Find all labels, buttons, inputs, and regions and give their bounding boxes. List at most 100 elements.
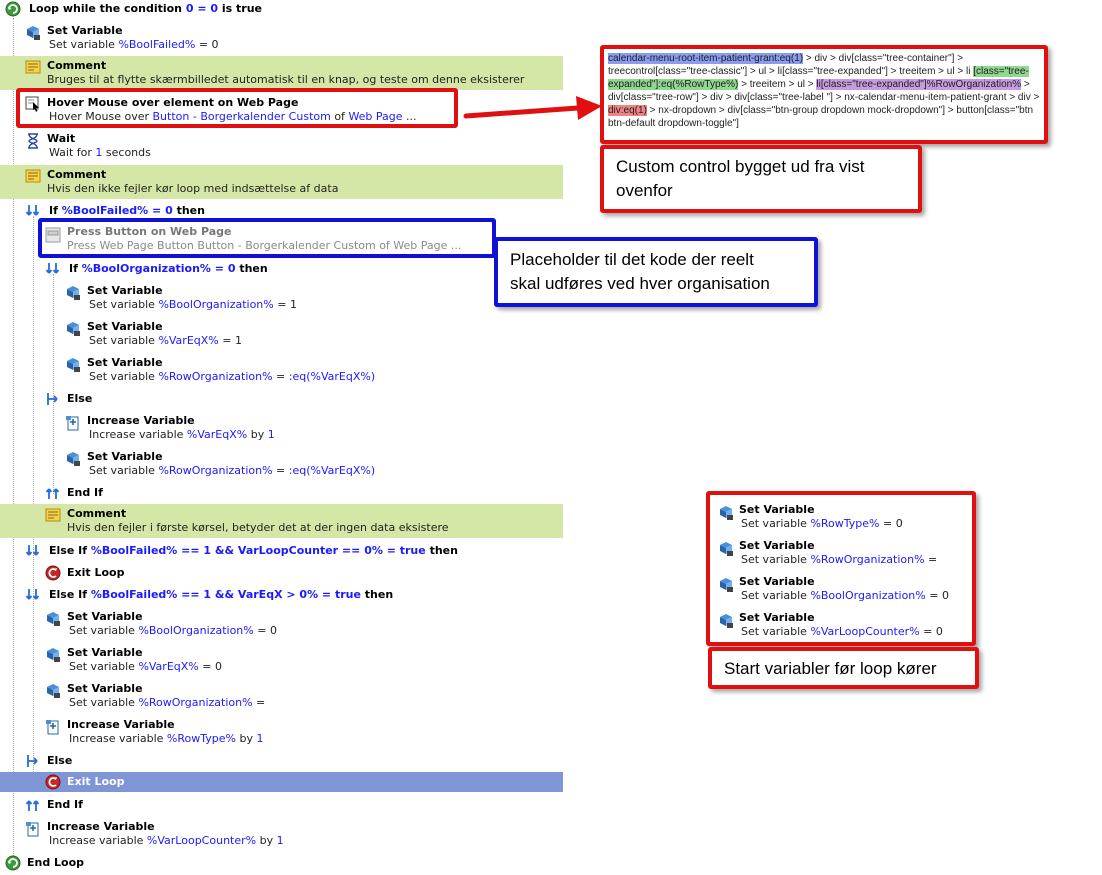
else-if-row[interactable]: Else If %BoolFailed% == 1 && VarLoopCoun…: [0, 542, 563, 560]
end-if-row[interactable]: End If: [0, 796, 563, 814]
variable-name: %RowType%: [810, 517, 880, 530]
set-variable-icon: [718, 541, 734, 557]
set-variable-row[interactable]: Set Variable Set variable %BoolOrganizat…: [0, 608, 563, 642]
comment-icon: [45, 507, 61, 523]
set-variable-row[interactable]: Set Variable Set variable %BoolOrganizat…: [0, 282, 563, 316]
else-row[interactable]: Else: [0, 752, 563, 770]
step-title: Set Variable: [739, 575, 815, 588]
set-variable-row: Set Variable Set variable %RowOrganizati…: [710, 537, 970, 571]
step-title: Else: [47, 754, 73, 767]
step-title: Comment: [67, 507, 127, 520]
note-line: Start variabler før loop kører: [724, 659, 937, 678]
then-keyword: then: [172, 204, 205, 217]
increase-variable-row[interactable]: Increase Variable Increase variable %Row…: [0, 716, 563, 750]
step-title: Increase Variable: [87, 414, 195, 427]
else-row[interactable]: Else: [0, 390, 563, 408]
variable-name: %VarEqX%: [138, 660, 199, 673]
exit-loop-row[interactable]: Exit Loop: [0, 564, 563, 582]
else-if-condition: %BoolFailed% == 1 && VarLoopCounter == 0…: [90, 544, 426, 557]
variable-name: %RowType%: [166, 732, 236, 745]
else-icon: [25, 753, 41, 769]
callout-arrow: [463, 96, 602, 120]
set-variable-icon: [718, 577, 734, 593]
css-selector-text: calendar-menu-root-item-patient-grant:eq…: [608, 52, 1040, 130]
set-variable-row[interactable]: Set Variable Set variable %RowOrganizati…: [0, 354, 563, 388]
press-row-highlight: [38, 218, 496, 258]
step-title: Set Variable: [739, 503, 815, 516]
set-variable-icon: [718, 505, 734, 521]
step-title: Set Variable: [67, 682, 143, 695]
exit-loop-icon: [45, 565, 61, 581]
note-line: ovenfor: [616, 181, 673, 200]
selector-part-highlighted-purple: li[class="tree-expanded"]%RowOrganizatio…: [816, 79, 1022, 90]
variable-name: %VarEqX%: [186, 428, 248, 441]
comment-row[interactable]: Comment Hvis den fejler i første kørsel,…: [0, 504, 563, 538]
if-icon: [45, 261, 61, 277]
step-title: Set Variable: [87, 284, 163, 297]
step-value: = 0: [919, 625, 943, 638]
set-variable-icon: [45, 647, 61, 663]
step-text: Set variable: [89, 298, 159, 311]
step-title: Increase Variable: [47, 820, 155, 833]
increase-variable-row[interactable]: Increase Variable Increase variable %Var…: [0, 818, 563, 852]
init-variables-note: Start variabler før loop kører: [708, 647, 979, 689]
hover-row-highlight: [16, 88, 458, 128]
step-value: = 0: [198, 660, 222, 673]
end-if-row[interactable]: End If: [0, 484, 563, 502]
step-title: End If: [67, 486, 103, 499]
step-text: Set variable: [89, 370, 159, 383]
step-text: Wait for: [49, 146, 96, 159]
comment-row[interactable]: Comment Bruges til at flytte skærmbilled…: [0, 56, 563, 90]
step-title: Set Variable: [739, 539, 815, 552]
if-row[interactable]: If %BoolOrganization% = 0 then: [0, 260, 563, 278]
set-variable-row[interactable]: Set Variable Set variable %RowOrganizati…: [0, 680, 563, 714]
if-condition: %BoolOrganization% = 0: [81, 262, 236, 275]
end-loop-row[interactable]: End Loop: [0, 854, 563, 872]
comment-icon: [25, 59, 41, 75]
set-variable-icon: [45, 611, 61, 627]
end-if-icon: [45, 485, 61, 501]
step-text: Set variable: [741, 625, 811, 638]
comment-text: Hvis den ikke fejler kør loop med indsæt…: [47, 182, 339, 195]
step-value: = 0: [195, 38, 219, 51]
set-variable-row[interactable]: Set Variable Set variable %VarEqX% = 0: [0, 644, 563, 678]
variable-name: %RowOrganization%: [158, 370, 273, 383]
step-title: Exit Loop: [67, 775, 125, 788]
note-line: Custom control bygget ud fra vist: [616, 157, 865, 176]
exit-loop-row-selected[interactable]: Exit Loop: [0, 772, 563, 792]
step-value: :eq(%VarEqX%): [288, 370, 376, 383]
step-text: by: [235, 732, 257, 745]
step-value: =: [924, 553, 938, 566]
variable-name: %BoolOrganization%: [158, 298, 274, 311]
else-if-icon: [25, 587, 41, 603]
set-variable-row[interactable]: Set Variable Set variable %VarEqX% = 1: [0, 318, 563, 352]
comment-row[interactable]: Comment Hvis den ikke fejler kør loop me…: [0, 165, 563, 199]
variable-name: %BoolOrganization%: [138, 624, 254, 637]
step-title: Set Variable: [47, 24, 123, 37]
step-text: Increase variable: [69, 732, 167, 745]
else-if-row[interactable]: Else If %BoolFailed% == 1 && VarEqX > 0%…: [0, 586, 563, 604]
then-keyword: then: [235, 262, 268, 275]
if-keyword: If: [69, 262, 82, 275]
step-text: Set variable: [741, 589, 811, 602]
loop-condition-prefix: Loop while the condition: [29, 2, 186, 15]
wait-row[interactable]: Wait Wait for 1 seconds: [0, 130, 563, 164]
exit-loop-icon: [45, 774, 61, 790]
step-text: Set variable: [89, 464, 159, 477]
step-value: 1: [276, 834, 284, 847]
set-variable-icon: [65, 357, 81, 373]
increase-variable-icon: [25, 821, 41, 837]
selector-part-highlighted-red: div:eq(1): [608, 105, 647, 116]
set-variable-row[interactable]: Set Variable Set variable %RowOrganizati…: [0, 448, 563, 482]
loop-condition-suffix: is true: [218, 2, 262, 15]
step-text: =: [272, 464, 289, 477]
increase-variable-row[interactable]: Increase Variable Increase variable %Var…: [0, 412, 563, 446]
step-title: Set Variable: [739, 611, 815, 624]
loop-start-row[interactable]: Loop while the condition 0 = 0 is true: [0, 0, 563, 18]
if-condition: %BoolFailed% = 0: [61, 204, 173, 217]
set-variable-row[interactable]: Set Variable Set variable %BoolFailed% =…: [0, 22, 563, 56]
step-value: = 0: [253, 624, 277, 637]
hourglass-icon: [25, 133, 41, 149]
step-value: :eq(%VarEqX%): [288, 464, 376, 477]
comment-text: Hvis den fejler i første kørsel, betyder…: [67, 521, 449, 534]
